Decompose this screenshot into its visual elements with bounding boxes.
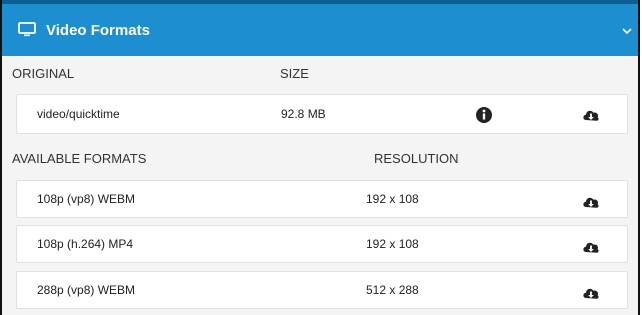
size-column-header: SIZE	[280, 65, 309, 81]
panel-header[interactable]: Video Formats	[2, 0, 638, 56]
format-resolution: 512 x 288	[366, 283, 419, 297]
original-file-size: 92.8 MB	[281, 107, 326, 121]
cloud-download-icon[interactable]	[581, 284, 601, 304]
video-formats-panel: Video Formats ORIGINAL SIZE video/quickt…	[0, 0, 640, 315]
resolution-column-header: RESOLUTION	[374, 150, 459, 166]
panel-title: Video Formats	[46, 21, 150, 39]
monitor-icon	[18, 21, 38, 39]
cloud-download-icon[interactable]	[581, 106, 601, 126]
original-header-row: ORIGINAL SIZE	[2, 58, 638, 88]
format-resolution: 192 x 108	[366, 237, 419, 251]
chevron-down-icon[interactable]	[620, 24, 634, 38]
format-name: 108p (h.264) MP4	[37, 237, 134, 251]
cloud-download-icon[interactable]	[581, 238, 601, 258]
original-file-row: video/quicktime 92.8 MB	[16, 94, 628, 134]
original-file-type: video/quicktime	[37, 107, 120, 121]
cloud-download-icon[interactable]	[581, 193, 601, 213]
format-row: 108p (h.264) MP4 192 x 108	[16, 225, 628, 263]
format-name: 108p (vp8) WEBM	[37, 192, 136, 206]
format-resolution: 192 x 108	[366, 192, 419, 206]
available-formats-column-header: AVAILABLE FORMATS	[12, 150, 147, 166]
format-row: 108p (vp8) WEBM 192 x 108	[16, 180, 628, 218]
format-name: 288p (vp8) WEBM	[37, 283, 136, 297]
format-row: 288p (vp8) WEBM 512 x 288	[16, 271, 628, 309]
original-column-header: ORIGINAL	[12, 65, 75, 81]
available-header-row: AVAILABLE FORMATS RESOLUTION	[2, 143, 638, 173]
info-icon[interactable]	[475, 106, 493, 124]
